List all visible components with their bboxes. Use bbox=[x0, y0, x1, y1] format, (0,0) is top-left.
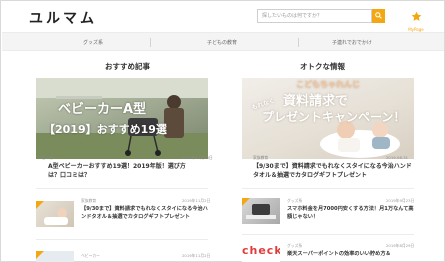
article-category[interactable]: 家族教育 bbox=[81, 198, 96, 204]
star-icon bbox=[411, 11, 421, 21]
article-date: 2019年11月2日 bbox=[182, 253, 211, 258]
hero-overlay-brand: こどもちゃれんじ bbox=[296, 80, 360, 89]
divider bbox=[242, 188, 414, 189]
article-title[interactable]: 楽天スーパーポイントの効率のいい貯め方＆ bbox=[287, 250, 417, 258]
article-category[interactable]: グッズ系 bbox=[287, 243, 302, 249]
article-date: 2019年11月2日 bbox=[182, 198, 211, 203]
search-icon bbox=[375, 12, 382, 19]
hero-photo bbox=[36, 78, 208, 159]
article-date: 2019年8月29日 bbox=[386, 243, 415, 248]
hero-overlay-subtitle: プレゼントキャンペーン！ bbox=[262, 110, 406, 124]
hero-overlay-title: 資料請求で bbox=[283, 94, 349, 109]
divider bbox=[36, 239, 208, 240]
search-button[interactable] bbox=[372, 9, 385, 23]
check-thumb-text: check bbox=[242, 244, 280, 257]
hero-title[interactable]: A型ベビーカーおすすめ19選！2019年版！選び方は？口コミは？ bbox=[48, 162, 196, 180]
category-nav: グッズ系 子どもの教育 子連れでおでかけ bbox=[2, 32, 444, 51]
divider bbox=[36, 188, 208, 189]
baby-photo bbox=[44, 208, 68, 225]
article-thumbnail[interactable] bbox=[36, 251, 74, 262]
mypage-link[interactable]: MyPage bbox=[405, 7, 427, 32]
hero-overlay-title: ベビーカーA型 bbox=[58, 102, 147, 117]
section-title-deals: オトクな情報 bbox=[300, 62, 345, 71]
article-category[interactable]: ベビーカー bbox=[81, 253, 100, 259]
nav-divider bbox=[298, 38, 299, 47]
article-title[interactable]: スマホ料金を月7000円安くする方法！月1万なんて高額じゃない！ bbox=[287, 205, 417, 221]
article-date: 2019年9月23日 bbox=[386, 198, 415, 203]
article-title[interactable]: 【9/30まで】資料請求でもれなくスタイになる今治ハンドタオル＆抽選でカタログギ… bbox=[81, 205, 209, 221]
nav-item-education[interactable]: 子どもの教育 bbox=[207, 39, 237, 46]
nav-item-outing[interactable]: 子連れでおでかけ bbox=[332, 39, 372, 46]
hero-category[interactable]: 家族教育 bbox=[253, 155, 268, 161]
hero-deal-image[interactable]: こどもちゃれんじ もれなく 資料請求で プレゼントキャンペーン！ bbox=[242, 78, 414, 159]
hero-date: 2019年10月13日 bbox=[182, 155, 213, 160]
divider bbox=[242, 234, 414, 235]
section-title-recommended: おすすめ記事 bbox=[105, 62, 150, 71]
article-thumbnail[interactable] bbox=[242, 198, 280, 224]
hero-overlay-subtitle: 【2019】おすすめ19選 bbox=[44, 123, 167, 136]
nav-divider bbox=[150, 38, 151, 47]
hero-article-image[interactable]: ベビーカーA型 【2019】おすすめ19選 bbox=[36, 78, 208, 159]
new-corner-badge bbox=[36, 251, 44, 259]
nav-item-goods[interactable]: グッズ系 bbox=[83, 39, 103, 46]
article-thumbnail[interactable] bbox=[36, 201, 74, 227]
site-logo[interactable]: ユルマム bbox=[29, 8, 97, 28]
hero-title[interactable]: 【9/30まで】資料請求でもれなくスタイになる今治ハンドタオル＆抽選でカタログギ… bbox=[253, 162, 413, 180]
article-category[interactable]: グッズ系 bbox=[287, 198, 302, 204]
hero-category[interactable]: ベビーカー bbox=[38, 155, 57, 161]
hero-date: 2019-08-31 bbox=[386, 155, 409, 160]
phone-photo bbox=[246, 204, 276, 219]
article-thumbnail[interactable]: check bbox=[242, 243, 280, 262]
search-input[interactable]: 探したいものは何ですか？ bbox=[257, 9, 372, 23]
